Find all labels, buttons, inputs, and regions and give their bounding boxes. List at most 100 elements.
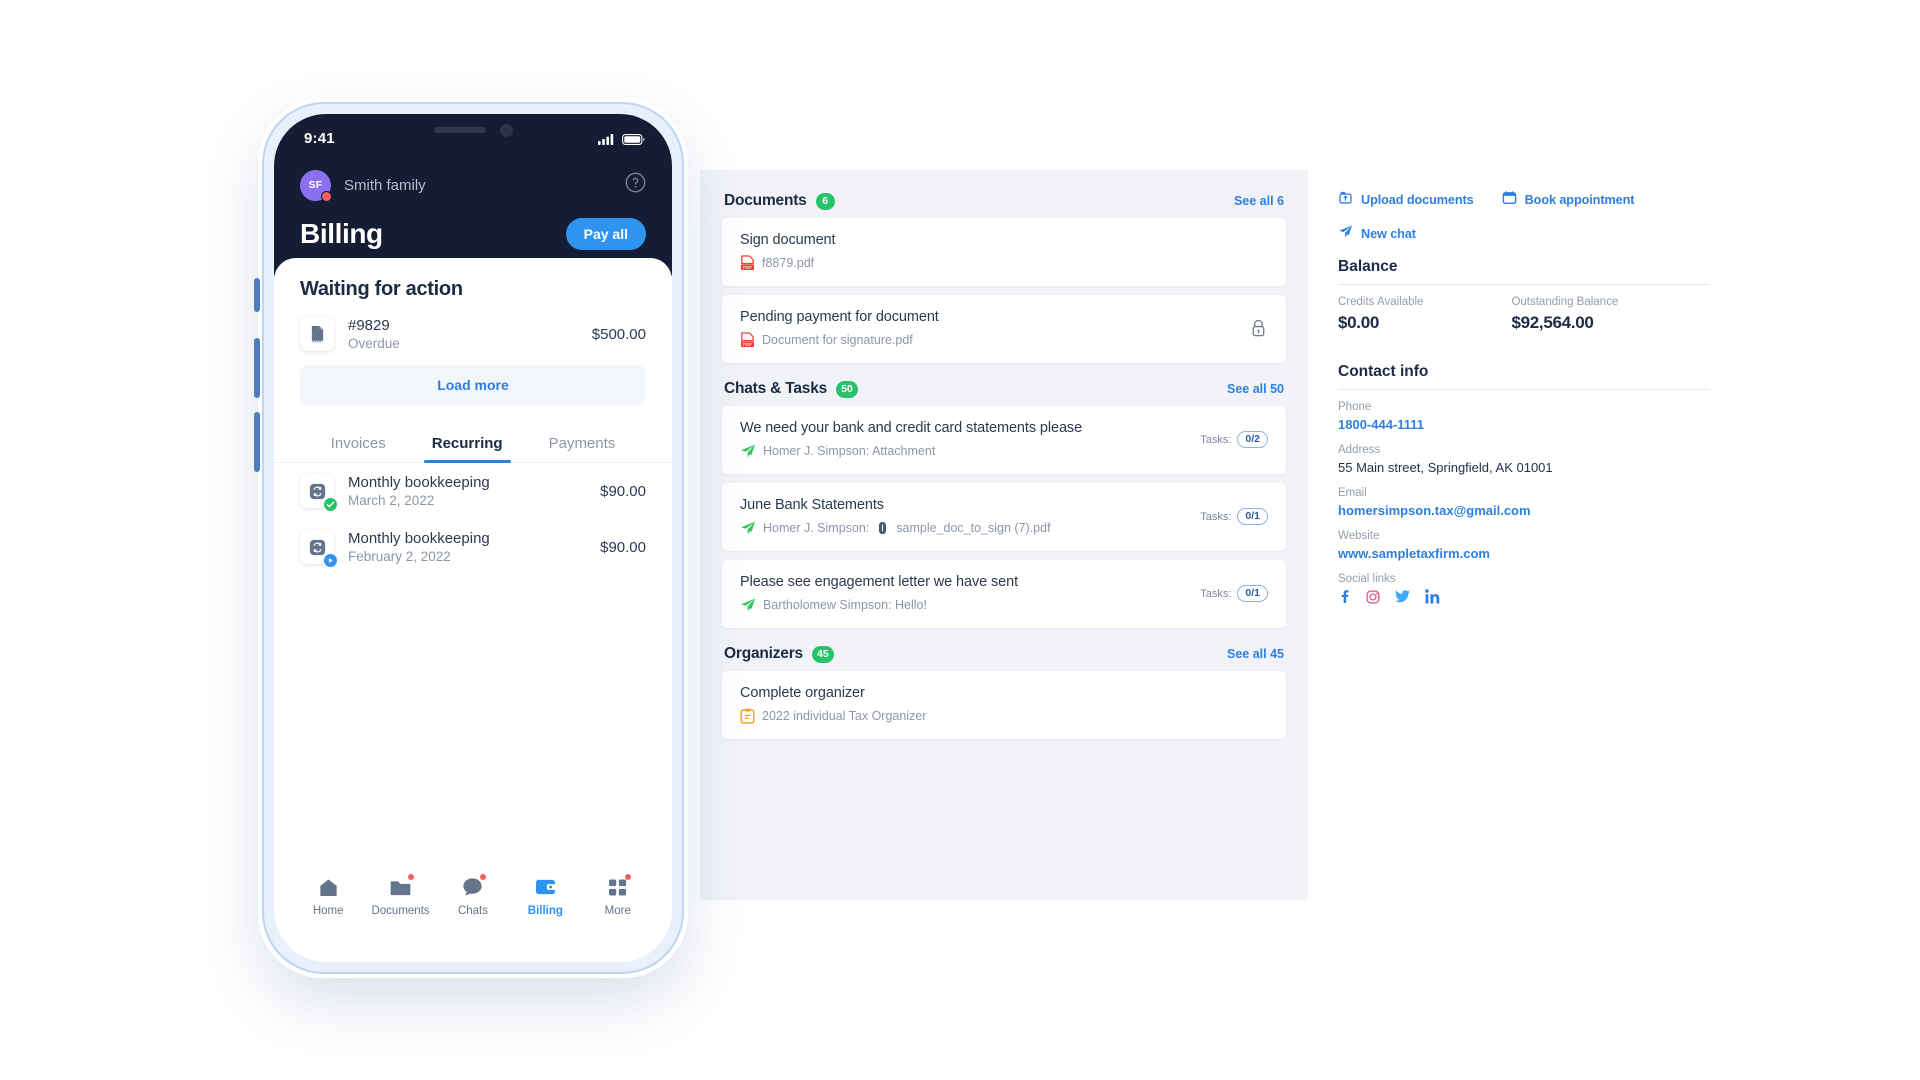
facebook-icon[interactable] <box>1338 589 1351 604</box>
phone-volume-up-button[interactable] <box>254 338 260 398</box>
outstanding-balance-value: $92,564.00 <box>1511 313 1594 332</box>
chat-preview: Homer J. Simpson: Attachment <box>763 444 936 458</box>
tab-payments[interactable]: Payments <box>545 425 620 462</box>
outstanding-balance-label: Outstanding Balance <box>1511 296 1619 308</box>
avatar: SF <box>300 169 332 202</box>
card-body: Pending payment for document PDF Documen… <box>740 309 1239 348</box>
new-chat-button[interactable]: New chat <box>1338 224 1416 244</box>
email-value[interactable]: homersimpson.tax@gmail.com <box>1338 503 1710 518</box>
account-info[interactable]: SF Smith family <box>300 169 426 202</box>
social-links-label: Social links <box>1338 573 1396 585</box>
earpiece-speaker <box>433 127 486 133</box>
notification-dot <box>408 874 415 880</box>
see-all-organizers-link[interactable]: See all 45 <box>1227 647 1284 661</box>
tabbar-item-home[interactable]: Home <box>295 876 361 917</box>
paper-plane-icon <box>740 443 756 459</box>
tabbar-item-documents[interactable]: Documents <box>368 874 434 917</box>
tasks-count: 0/1 <box>1237 584 1268 603</box>
see-all-chats-link[interactable]: See all 50 <box>1227 382 1284 396</box>
invoice-row[interactable]: #9829 Overdue $500.00 <box>274 305 672 361</box>
phone-volume-down-button[interactable] <box>254 412 260 472</box>
section-header-organizers: Organizers 45 See all 45 <box>722 637 1286 671</box>
screen-root: Documents 6 See all 6 Sign document PDF … <box>0 0 1920 1080</box>
credits-available-label: Credits Available <box>1338 296 1424 308</box>
play-circle-icon <box>322 552 339 569</box>
tabbar-item-more[interactable]: More <box>585 874 651 917</box>
phone-mute-button[interactable] <box>254 278 260 312</box>
pdf-icon: PDF <box>740 255 755 271</box>
card-title: June Bank Statements <box>740 497 884 513</box>
avatar-initials: SF <box>308 179 323 191</box>
tasks-count: 0/1 <box>1237 507 1268 526</box>
invoice-number: #9829 <box>348 317 390 334</box>
tab-recurring[interactable]: Recurring <box>423 425 511 463</box>
title-row: Billing Pay all <box>300 218 646 250</box>
tabbar-label: Home <box>312 905 344 917</box>
card-title: Please see engagement letter we have sen… <box>740 574 1019 590</box>
pay-all-button[interactable]: Pay all <box>565 218 646 250</box>
section-header-left: Organizers 45 <box>724 645 834 663</box>
tabbar-label: Chats <box>457 905 488 917</box>
recurring-name: Monthly bookkeeping <box>348 530 490 547</box>
svg-text:PDF: PDF <box>743 265 752 270</box>
load-more-button[interactable]: Load more <box>300 365 646 405</box>
calendar-icon <box>1502 190 1517 210</box>
notification-dot <box>624 874 631 880</box>
tasks-label: Tasks: <box>1200 510 1232 523</box>
tasks-count: 0/2 <box>1237 430 1268 449</box>
upload-documents-button[interactable]: Upload documents <box>1338 190 1474 210</box>
instagram-icon[interactable] <box>1366 589 1380 604</box>
card-body: June Bank Statements Homer J. Simpson: s… <box>740 497 1186 536</box>
recurring-amount: $90.00 <box>600 482 646 500</box>
recurring-row[interactable]: Monthly bookkeeping February 2, 2022 $90… <box>274 519 672 575</box>
file-name: f8879.pdf <box>762 256 815 270</box>
credits-available-value: $0.00 <box>1338 313 1380 332</box>
chat-bubble-icon <box>462 874 487 898</box>
book-appointment-label: Book appointment <box>1524 193 1635 207</box>
document-card[interactable]: Pending payment for document PDF Documen… <box>722 295 1286 363</box>
organizer-card[interactable]: Complete organizer 2022 individual Tax O… <box>722 671 1286 739</box>
tab-invoices[interactable]: Invoices <box>327 425 390 462</box>
linkedin-icon[interactable] <box>1425 589 1440 604</box>
section-count-badge: 45 <box>811 645 834 663</box>
tabbar-item-chats[interactable]: Chats <box>440 874 506 917</box>
svg-text:PDF: PDF <box>743 342 752 347</box>
twitter-icon[interactable] <box>1395 590 1410 603</box>
tasks-label: Tasks: <box>1200 587 1232 600</box>
battery-icon <box>622 132 646 150</box>
invoice-status: Overdue <box>348 336 400 351</box>
upload-documents-label: Upload documents <box>1361 193 1474 207</box>
organizer-name: 2022 individual Tax Organizer <box>762 709 927 723</box>
tasks-indicator: Tasks: 0/2 <box>1200 430 1268 449</box>
document-card[interactable]: Sign document PDF f8879.pdf <box>722 218 1286 286</box>
invoice-details: #9829 Overdue <box>348 317 578 351</box>
recurring-name: Monthly bookkeeping <box>348 474 490 491</box>
phone-value[interactable]: 1800-444-1111 <box>1338 417 1710 432</box>
book-appointment-button[interactable]: Book appointment <box>1502 190 1635 210</box>
tasks-indicator: Tasks: 0/1 <box>1200 584 1268 603</box>
recurring-date: February 2, 2022 <box>348 549 451 564</box>
chat-card[interactable]: June Bank Statements Homer J. Simpson: s… <box>722 483 1286 551</box>
help-circle-icon[interactable] <box>625 172 646 198</box>
section-header-chats-tasks: Chats & Tasks 50 See all 50 <box>722 372 1286 406</box>
waiting-for-action-title: Waiting for action <box>300 278 463 300</box>
recurring-row[interactable]: Monthly bookkeeping March 2, 2022 $90.00 <box>274 463 672 519</box>
web-dashboard-panel: Documents 6 See all 6 Sign document PDF … <box>700 170 1740 900</box>
tabbar-item-billing[interactable]: Billing <box>512 876 578 917</box>
paperclip-icon <box>876 521 889 535</box>
recurring-details: Monthly bookkeeping February 2, 2022 <box>348 530 586 564</box>
divider <box>1338 284 1710 285</box>
tabbar-label: More <box>604 905 631 917</box>
chat-card[interactable]: Please see engagement letter we have sen… <box>722 560 1286 628</box>
chat-card[interactable]: We need your bank and credit card statem… <box>722 406 1286 474</box>
section-header-documents: Documents 6 See all 6 <box>722 184 1286 218</box>
folder-icon <box>390 874 415 898</box>
recurring-sync-icon <box>300 530 339 569</box>
card-title: We need your bank and credit card statem… <box>740 420 1083 436</box>
contact-info-heading: Contact info <box>1338 363 1429 380</box>
website-label: Website <box>1338 530 1380 542</box>
tabbar-label: Billing <box>527 905 563 917</box>
website-value[interactable]: www.sampletaxfirm.com <box>1338 546 1710 561</box>
recurring-date: March 2, 2022 <box>348 493 435 508</box>
see-all-documents-link[interactable]: See all 6 <box>1234 194 1284 208</box>
